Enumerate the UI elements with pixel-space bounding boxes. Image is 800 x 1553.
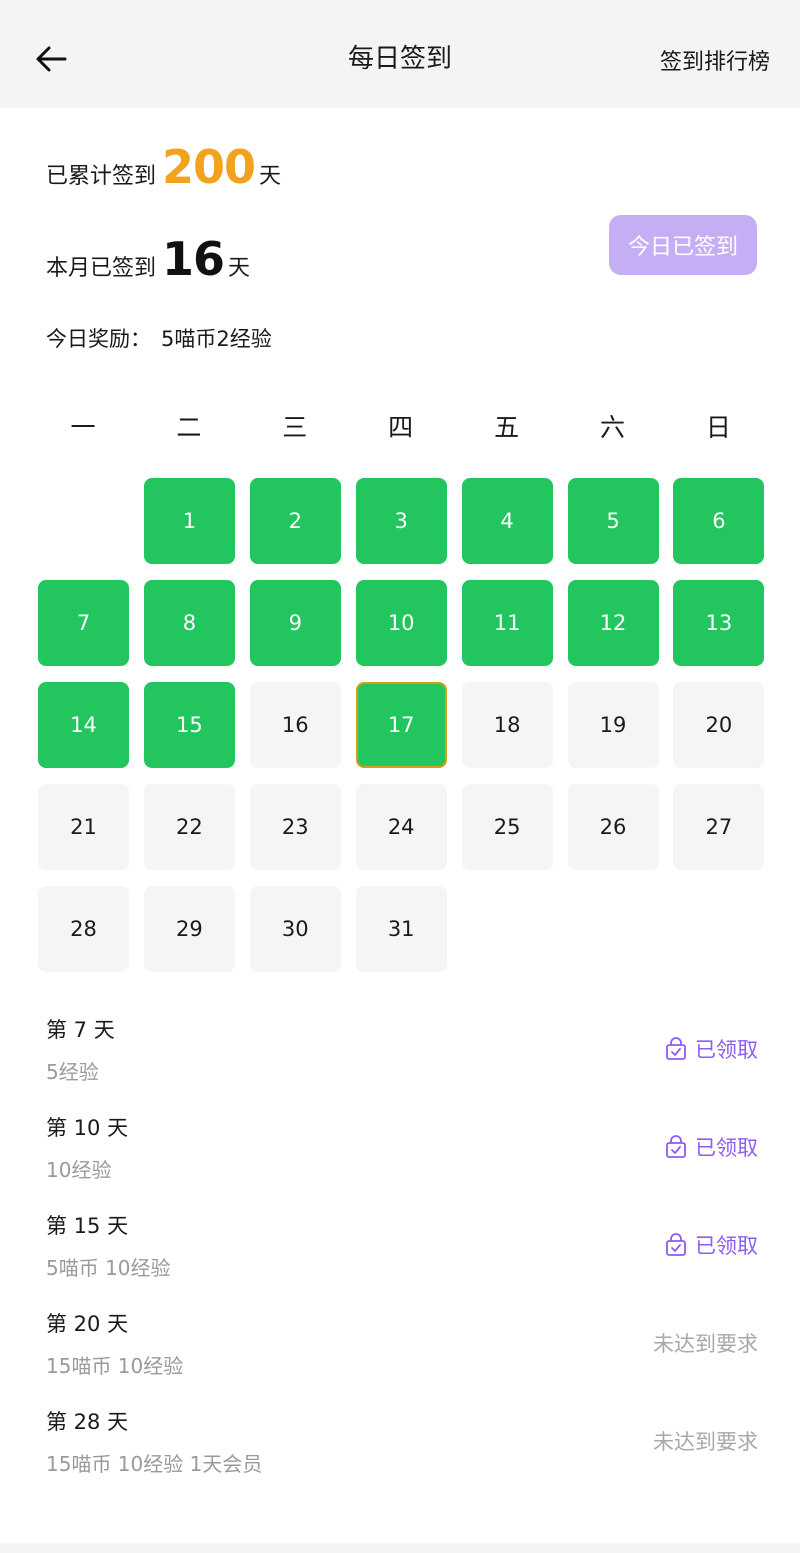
weekday-label: 六 [599, 413, 625, 442]
reward-item: 第 7 天 5经验 已领取 [46, 1000, 758, 1090]
reward-description: 5喵币 10经验 [46, 1256, 171, 1280]
today-reward-value: 5喵币2经验 [161, 327, 272, 351]
gift-bag-check-icon [665, 1233, 687, 1257]
weekday-label: 四 [388, 413, 414, 442]
reward-day-title: 第 28 天 [46, 1410, 129, 1434]
total-signin-label: 已累计签到 [46, 164, 157, 189]
calendar-day[interactable]: 10 [355, 580, 447, 666]
reward-claimed-status: 已领取 [665, 1034, 758, 1064]
calendar-day[interactable]: 8 [143, 580, 235, 666]
calendar-day[interactable]: 25 [461, 784, 553, 870]
reward-claimed-status: 已领取 [665, 1230, 758, 1260]
reward-description: 15喵币 10经验 1天会员 [46, 1452, 263, 1476]
today-reward: 今日奖励： 5喵币2经验 [46, 323, 272, 353]
weekday-label: 日 [705, 413, 731, 442]
reward-item: 第 28 天 15喵币 10经验 1天会员 未达到要求 [46, 1392, 758, 1482]
total-signin-count: 200 [162, 140, 256, 194]
calendar-day[interactable]: 16 [249, 682, 341, 768]
reward-day-title: 第 10 天 [46, 1116, 129, 1140]
reward-status-label: 未达到要求 [653, 1430, 758, 1454]
calendar-day[interactable]: 27 [673, 784, 765, 870]
calendar-day[interactable]: 26 [567, 784, 659, 870]
calendar-day[interactable]: 24 [355, 784, 447, 870]
calendar-day[interactable]: 13 [673, 580, 765, 666]
calendar-day[interactable]: 3 [355, 478, 447, 564]
signed-today-button[interactable]: 今日已签到 [609, 215, 757, 275]
calendar-day[interactable]: 21 [38, 784, 129, 870]
reward-unmet-status: 未达到要求 [653, 1328, 758, 1358]
calendar-day[interactable]: 15 [143, 682, 235, 768]
leaderboard-link[interactable]: 签到排行榜 [660, 44, 770, 76]
reward-unmet-status: 未达到要求 [653, 1426, 758, 1456]
reward-description: 10经验 [46, 1158, 112, 1182]
reward-status-label: 已领取 [695, 1136, 758, 1160]
reward-day-title: 第 15 天 [46, 1214, 129, 1238]
calendar-day[interactable]: 2 [249, 478, 341, 564]
calendar-day[interactable]: 14 [38, 682, 129, 768]
reward-description: 5经验 [46, 1060, 99, 1084]
calendar-day[interactable]: 20 [673, 682, 765, 768]
weekday-label: 三 [282, 413, 308, 442]
month-signin-count: 16 [162, 232, 225, 286]
header-bar: 每日签到 签到排行榜 [0, 0, 800, 108]
reward-status-label: 未达到要求 [653, 1332, 758, 1356]
calendar-day[interactable]: 31 [355, 886, 447, 972]
calendar-day[interactable]: 11 [461, 580, 553, 666]
gift-bag-check-icon [665, 1037, 687, 1061]
calendar-day[interactable]: 30 [249, 886, 341, 972]
calendar-grid: 1 2 3 4 5 6 7 8 9 10 11 12 13 14 15 16 17 18 19 20 21 22 23 24 2… [38, 478, 765, 978]
weekday-label: 一 [70, 413, 96, 442]
month-signin-unit: 天 [228, 256, 251, 281]
calendar-day[interactable]: 29 [143, 886, 235, 972]
reward-day-title: 第 20 天 [46, 1312, 129, 1336]
reward-status-label: 已领取 [695, 1038, 758, 1062]
gift-bag-check-icon [665, 1135, 687, 1159]
month-signin-label: 本月已签到 [46, 256, 157, 281]
reward-status-label: 已领取 [695, 1234, 758, 1258]
month-signin-line: 本月已签到 16 天 [46, 232, 250, 286]
calendar-day[interactable]: 7 [38, 580, 129, 666]
calendar-day[interactable]: 5 [567, 478, 659, 564]
reward-day-title: 第 7 天 [46, 1018, 115, 1042]
reward-item: 第 10 天 10经验 已领取 [46, 1098, 758, 1188]
weekday-label: 五 [494, 413, 520, 442]
calendar-day[interactable]: 12 [567, 580, 659, 666]
reward-description: 15喵币 10经验 [46, 1354, 184, 1378]
weekday-label: 二 [176, 413, 202, 442]
calendar-day[interactable]: 23 [249, 784, 341, 870]
today-reward-label: 今日奖励： [46, 327, 151, 351]
calendar-day[interactable]: 22 [143, 784, 235, 870]
reward-claimed-status: 已领取 [665, 1132, 758, 1162]
calendar-day[interactable]: 18 [461, 682, 553, 768]
calendar-day[interactable]: 17 [355, 682, 447, 768]
calendar-day[interactable]: 1 [143, 478, 235, 564]
total-signin-unit: 天 [259, 164, 282, 189]
reward-item: 第 20 天 15喵币 10经验 未达到要求 [46, 1294, 758, 1384]
calendar-day[interactable]: 9 [249, 580, 341, 666]
total-signin-line: 已累计签到 200 天 [46, 140, 281, 194]
weekday-header: 一二三四五六日 [38, 408, 765, 448]
calendar-day[interactable]: 4 [461, 478, 553, 564]
calendar-day[interactable]: 28 [38, 886, 129, 972]
calendar-day[interactable]: 19 [567, 682, 659, 768]
bottom-divider [0, 1543, 800, 1553]
calendar-day[interactable]: 6 [673, 478, 765, 564]
reward-item: 第 15 天 5喵币 10经验 已领取 [46, 1196, 758, 1286]
